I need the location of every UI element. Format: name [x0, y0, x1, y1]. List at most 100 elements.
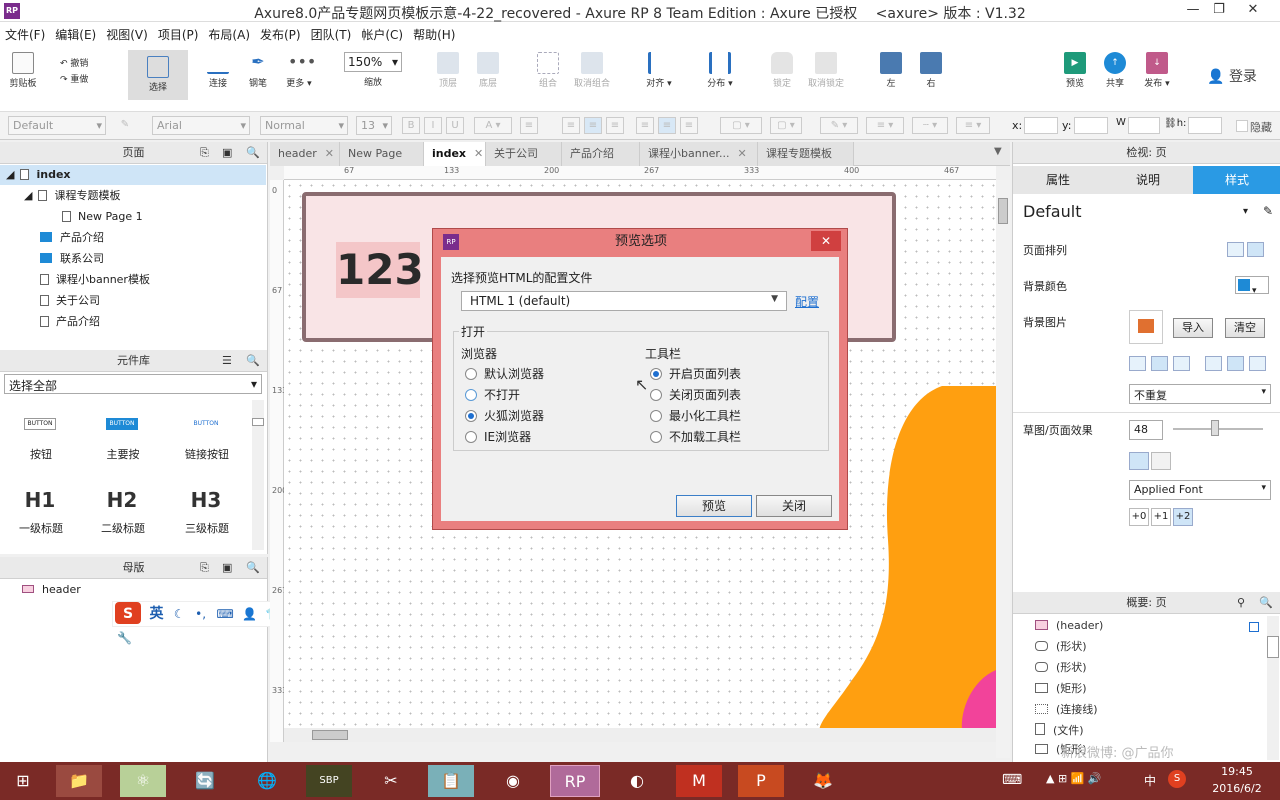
style-edit-icon[interactable]: ✎ — [1263, 204, 1273, 218]
radio-no-toolbar[interactable]: 不加载工具栏 — [650, 428, 741, 445]
style-select[interactable]: Default — [8, 116, 106, 135]
close-window-button[interactable]: ✕ — [1242, 2, 1264, 18]
radio-close-page-list[interactable]: 关闭页面列表 — [650, 386, 741, 403]
horizontal-scrollbar[interactable] — [284, 728, 996, 742]
sketch-slider-handle[interactable] — [1211, 420, 1219, 436]
lock-button[interactable]: 锁定 — [768, 52, 796, 89]
search-icon[interactable]: 🔍 — [1259, 592, 1273, 614]
sogou-tray-icon[interactable]: S — [1168, 770, 1186, 788]
bg-color-picker[interactable]: ▾ — [1235, 276, 1269, 296]
chrome-icon[interactable]: ◉ — [490, 765, 536, 797]
menu-publish[interactable]: 发布(P) — [255, 22, 306, 47]
redo-button[interactable]: ↷ 重做 — [60, 72, 100, 85]
font-step-2[interactable]: +2 — [1173, 508, 1193, 526]
config-select[interactable]: HTML 1 (default) ▼ — [461, 291, 787, 311]
valign-bottom-button[interactable]: ≡ — [680, 117, 698, 134]
italic-button[interactable]: I — [424, 117, 442, 134]
img-valign-top-icon[interactable] — [1205, 356, 1222, 371]
grayscale-mode-icon[interactable] — [1151, 452, 1171, 470]
font-step-1[interactable]: +1 — [1151, 508, 1171, 526]
shadow-button[interactable]: ▢ ▾ — [770, 117, 802, 134]
left-panel-toggle[interactable]: 左 — [878, 52, 904, 89]
outline-item[interactable]: (形状) — [1035, 637, 1087, 657]
axure-rp-taskbar-icon[interactable]: RP — [550, 765, 600, 797]
valign-top-button[interactable]: ≡ — [636, 117, 654, 134]
pen-tool-button[interactable]: ✒ 钢笔 — [244, 52, 272, 89]
h3-widget-preview[interactable]: H3 — [186, 488, 226, 512]
align-button[interactable]: 对齐 ▾ — [644, 52, 674, 89]
page-item-index[interactable]: ◢ index — [0, 165, 266, 185]
line-style-button[interactable]: ┄ ▾ — [912, 117, 948, 134]
moon-icon[interactable]: ☾ — [174, 607, 185, 621]
clipboard-button[interactable]: 剪贴板 — [6, 52, 40, 89]
firefox-icon[interactable]: 🦊 — [800, 765, 846, 797]
bring-to-top-button[interactable]: 顶层 — [434, 52, 462, 89]
h1-widget-preview[interactable]: H1 — [20, 488, 60, 512]
width-input[interactable] — [1128, 117, 1160, 134]
distribute-button[interactable]: 分布 ▾ — [704, 52, 736, 89]
line-color-button[interactable]: ✎ ▾ — [820, 117, 858, 134]
arrow-style-button[interactable]: ≡ ▾ — [956, 117, 990, 134]
height-input[interactable] — [1188, 117, 1222, 134]
page-item-course-template[interactable]: ◢ 课程专题模板 — [24, 186, 120, 206]
share-button[interactable]: ↑ 共享 — [1100, 52, 1130, 89]
radio-firefox[interactable]: 火狐浏览器 — [465, 407, 544, 424]
x-input[interactable] — [1024, 117, 1058, 134]
outline-scrollbar[interactable] — [1267, 616, 1279, 760]
tab-new-page-1[interactable]: New Page 1✕ — [340, 142, 424, 184]
zoom-select[interactable]: 150% ▾ — [344, 52, 402, 72]
close-tab-icon[interactable]: ✕ — [737, 147, 746, 160]
menu-icon[interactable]: ☰ — [222, 350, 232, 372]
page-item-new-page-1[interactable]: New Page 1 — [62, 207, 143, 227]
search-icon[interactable]: 🔍 — [246, 557, 260, 579]
img-align-right-icon[interactable] — [1173, 356, 1190, 371]
radio-ie[interactable]: IE浏览器 — [465, 428, 531, 445]
tray-icons[interactable]: ▲ ⊞ 📶 🔊 — [1046, 772, 1102, 785]
outline-item[interactable]: (矩形) — [1035, 679, 1087, 699]
add-master-icon[interactable]: ⎘ — [200, 557, 209, 579]
library-filter-select[interactable]: 选择全部 ▾ — [4, 374, 262, 394]
m-app-icon[interactable]: M — [676, 765, 722, 797]
maximize-button[interactable]: ❐ — [1208, 2, 1230, 18]
line-width-button[interactable]: ≡ ▾ — [866, 117, 904, 134]
y-input[interactable] — [1074, 117, 1108, 134]
img-valign-bottom-icon[interactable] — [1249, 356, 1266, 371]
filter-icon[interactable]: ⚲ — [1237, 592, 1245, 614]
unlock-button[interactable]: 取消锁定 — [806, 52, 846, 89]
keyboard-icon[interactable]: ⌨ — [216, 607, 233, 621]
master-item-header[interactable]: header — [22, 580, 81, 600]
format-painter-icon[interactable]: ✎ — [116, 117, 134, 134]
applied-font-select[interactable]: Applied Font ▾ — [1129, 480, 1271, 500]
preview-button[interactable]: 预览 — [676, 495, 752, 517]
page-item-about[interactable]: 关于公司 — [40, 291, 100, 311]
menu-file[interactable]: 文件(F) — [0, 22, 50, 47]
hidden-checkbox[interactable] — [1236, 120, 1248, 132]
tab-header[interactable]: header ✕ — [270, 142, 340, 166]
dialog-close-icon[interactable]: ✕ — [811, 231, 841, 251]
menu-team[interactable]: 团队(T) — [306, 22, 357, 47]
img-valign-middle-icon[interactable] — [1227, 356, 1244, 371]
select-tool-button[interactable]: 选择 — [128, 50, 188, 100]
align-left-button[interactable]: ≡ — [562, 117, 580, 134]
sbp-app-icon[interactable]: SBP — [306, 765, 352, 797]
undo-button[interactable]: ↶ 撤销 — [60, 56, 100, 69]
globe-app-icon[interactable]: 🌐 — [244, 765, 290, 797]
vertical-scrollbar[interactable] — [996, 180, 1010, 758]
outline-item[interactable]: (header) — [1035, 616, 1103, 636]
page-item-product[interactable]: 产品介绍 — [40, 312, 100, 332]
clock-time[interactable]: 19:45 — [1206, 765, 1268, 778]
bg-image-thumbnail[interactable] — [1129, 310, 1163, 344]
green-app-icon[interactable]: ◐ — [614, 765, 660, 797]
close-button[interactable]: 关闭 — [756, 495, 832, 517]
tab-properties[interactable]: 属性 — [1013, 166, 1103, 194]
menu-layout[interactable]: 布局(A) — [203, 22, 255, 47]
atom-app-icon[interactable]: ⚛ — [120, 765, 166, 797]
zoom-control[interactable]: 150% ▾ 缩放 — [344, 52, 402, 88]
align-center-icon[interactable] — [1247, 242, 1264, 257]
color-mode-icon[interactable] — [1129, 452, 1149, 470]
radio-default-browser[interactable]: 默认浏览器 — [465, 365, 544, 382]
outline-toggle-icon[interactable] — [1249, 622, 1259, 632]
sketch-value-input[interactable]: 48 — [1129, 420, 1163, 440]
style-dropdown-icon[interactable]: ▾ — [1243, 206, 1248, 217]
outline-item[interactable]: (形状) — [1035, 658, 1087, 678]
